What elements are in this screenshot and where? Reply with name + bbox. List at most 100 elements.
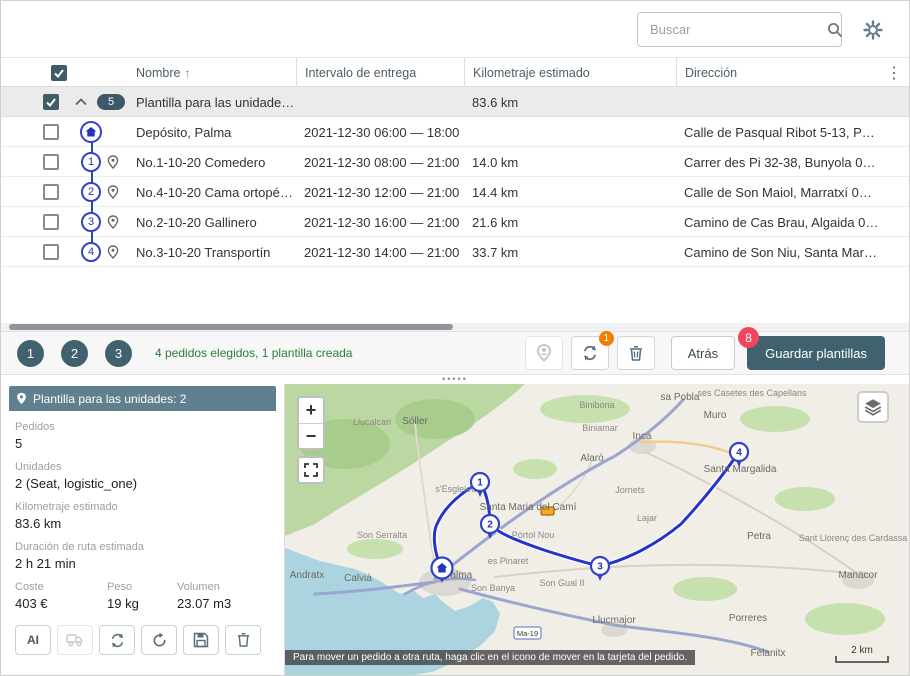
wizard-steps-bar: 1 2 3 4 pedidos elegidos, 1 plantilla cr… — [1, 331, 909, 375]
map-place-label: Pòrtol Nou — [512, 530, 555, 540]
order-km: 33.7 km — [464, 245, 676, 260]
select-all-checkbox[interactable] — [51, 65, 67, 81]
table-row-order[interactable]: 4 No.3-10-20 Transportín 2021-12-30 14:0… — [1, 237, 909, 267]
row-checkbox[interactable] — [43, 214, 59, 230]
svg-text:1: 1 — [477, 478, 483, 489]
notification-badge: 8 — [738, 327, 759, 348]
waypoint-number-badge: 4 — [81, 242, 101, 262]
order-interval: 2021-12-30 08:00 — 21:00 — [296, 155, 464, 170]
column-header-kilometraje[interactable]: Kilometraje estimado — [464, 58, 676, 88]
map-place-label: Inca — [633, 431, 652, 442]
map-place-label: Llucmajor — [592, 615, 636, 626]
step-3-button[interactable]: 3 — [105, 340, 132, 367]
map-place-label: Petra — [747, 531, 771, 542]
refresh-route-button[interactable] — [141, 625, 177, 655]
group-name: Plantilla para las unidades: 2 — [128, 95, 296, 110]
scrollbar-thumb[interactable] — [9, 324, 453, 330]
column-header-nombre[interactable]: Nombre↑ — [128, 58, 296, 88]
ai-optimize-button[interactable]: AI — [15, 625, 51, 655]
zoom-control: + − — [297, 396, 325, 450]
delete-template-button[interactable] — [225, 625, 261, 655]
kilometraje-label: Kilometraje estimado — [15, 501, 270, 513]
template-panel: Plantilla para las unidades: 2 Pedidos 5… — [1, 384, 284, 676]
waypoint-number-badge: 1 — [81, 152, 101, 172]
app: Nombre↑ Intervalo de entrega Kilometraje… — [0, 0, 910, 676]
map-scale-label: 2 km — [835, 645, 889, 656]
kilometraje-value: 83.6 km — [15, 516, 270, 531]
map-place-label: Son Gual II — [539, 578, 584, 588]
table-row-order[interactable]: 3 No.2-10-20 Gallinero 2021-12-30 16:00 … — [1, 207, 909, 237]
fullscreen-button[interactable] — [297, 456, 325, 484]
template-group-row[interactable]: 5 Plantilla para las unidades: 2 83.6 km — [1, 87, 909, 117]
exchange-route-button[interactable] — [99, 625, 135, 655]
order-name: No.3-10-20 Transportín — [128, 245, 296, 260]
selection-status-text: 4 pedidos elegidos, 1 plantilla creada — [155, 346, 352, 360]
location-pin-icon — [107, 185, 119, 199]
column-header-direccion[interactable]: Dirección — [676, 58, 879, 88]
delete-button[interactable] — [617, 336, 655, 370]
pedidos-label: Pedidos — [15, 421, 270, 433]
step-2-button[interactable]: 2 — [61, 340, 88, 367]
save-templates-button[interactable]: Guardar plantillas 8 — [747, 336, 885, 370]
collapse-chevron-icon[interactable] — [75, 98, 87, 106]
save-template-button[interactable] — [183, 625, 219, 655]
group-km: 83.6 km — [464, 95, 676, 110]
table-row-order[interactable]: 2 No.4-10-20 Cama ortopédica 2021-12-30 … — [1, 177, 909, 207]
svg-text:3: 3 — [597, 562, 603, 573]
back-button[interactable]: Atrás — [671, 336, 735, 370]
zoom-out-button[interactable]: − — [299, 423, 323, 448]
panel-resize-handle[interactable]: ••••• — [1, 375, 909, 384]
map-place-label: Lajar — [637, 513, 657, 523]
column-header-intervalo[interactable]: Intervalo de entrega — [296, 58, 464, 88]
order-address: Camino de Cas Brau, Algaida 0721... — [676, 215, 879, 230]
group-checkbox[interactable] — [43, 94, 59, 110]
column-menu-kebab-icon[interactable]: ⋮ — [879, 58, 909, 88]
order-address: Carrer des Pi 32-38, Bunyola 07110,... — [676, 155, 879, 170]
table-row-order[interactable]: 1 No.1-10-20 Comedero 2021-12-30 08:00 —… — [1, 147, 909, 177]
search-input[interactable] — [650, 22, 826, 37]
depot-home-icon — [80, 121, 102, 143]
map-place-label: Santa Maria del Camí — [480, 502, 577, 513]
map-place-label: Manacor — [839, 570, 879, 581]
settings-gear-icon[interactable] — [861, 18, 885, 42]
map-place-label: es Pinaret — [488, 556, 529, 566]
map[interactable]: Ma-19 LlucalcariSóllerBinibonasa Poblase… — [284, 384, 910, 676]
location-pin-icon — [107, 245, 119, 259]
row-checkbox[interactable] — [43, 244, 59, 260]
waypoint-number-badge: 3 — [81, 212, 101, 232]
table-row-depot[interactable]: Depósito, Palma 2021-12-30 06:00 — 18:00… — [1, 117, 909, 147]
map-place-label: ses Casetes des Capellans — [697, 388, 807, 398]
template-panel-header[interactable]: Plantilla para las unidades: 2 — [9, 386, 276, 411]
map-place-label: Son Serralta — [357, 530, 407, 540]
table-body: 5 Plantilla para las unidades: 2 83.6 km… — [1, 87, 909, 323]
pin-icon — [16, 392, 27, 405]
search-box[interactable] — [637, 12, 842, 47]
coste-label: Coste — [15, 581, 107, 593]
order-km: 21.6 km — [464, 215, 676, 230]
row-checkbox[interactable] — [43, 124, 59, 140]
volumen-label: Volumen — [177, 581, 231, 593]
order-address: Camino de Son Niu, Santa Margalid... — [676, 245, 879, 260]
row-checkbox[interactable] — [43, 184, 59, 200]
row-checkbox[interactable] — [43, 154, 59, 170]
map-place-label: Muro — [704, 410, 727, 421]
location-pin-icon — [107, 215, 119, 229]
map-place-label: Alaró — [580, 453, 604, 464]
order-name: No.2-10-20 Gallinero — [128, 215, 296, 230]
assign-courier-button[interactable] — [525, 336, 563, 370]
order-name: Depósito, Palma — [128, 125, 296, 140]
svg-text:Ma-19: Ma-19 — [517, 629, 538, 638]
road-badge: Ma-19 — [514, 627, 541, 639]
search-icon[interactable] — [826, 21, 844, 39]
location-pin-icon — [107, 155, 119, 169]
duracion-label: Duración de ruta estimada — [15, 541, 270, 553]
layers-button[interactable] — [857, 391, 889, 423]
zoom-in-button[interactable]: + — [299, 398, 323, 423]
assign-unit-button[interactable] — [57, 625, 93, 655]
order-interval: 2021-12-30 16:00 — 21:00 — [296, 215, 464, 230]
duracion-value: 2 h 21 min — [15, 556, 270, 571]
sort-asc-icon[interactable]: ↑ — [184, 66, 190, 80]
move-order-route-button[interactable]: 1 — [571, 336, 609, 370]
step-1-button[interactable]: 1 — [17, 340, 44, 367]
orders-count-badge: 5 — [97, 94, 125, 110]
